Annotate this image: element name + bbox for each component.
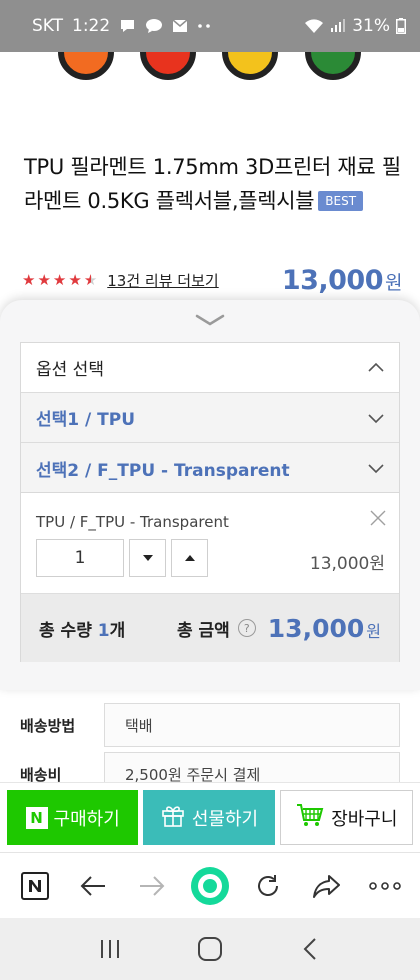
status-bar: SKT 1:22 31% — [0, 0, 420, 52]
cart-icon — [295, 802, 325, 833]
talk-icon — [145, 18, 163, 34]
green-dot-icon — [190, 866, 229, 905]
total-amount: 13,000 원 — [268, 614, 381, 643]
total-summary: 총 수량 1개 총 금액 ? 13,000 원 — [21, 593, 399, 662]
arrow-left-icon — [81, 875, 106, 896]
product-title-area: TPU 필라멘트 1.75mm 3D프린터 재료 필라멘트 0.5KG 플렉서블… — [24, 150, 404, 218]
quantity-input[interactable]: 1 — [36, 539, 124, 577]
half-star-icon: ★ — [83, 270, 98, 289]
total-amount-value: 13,000 — [267, 613, 365, 643]
back-button[interactable] — [70, 863, 116, 909]
star-icon: ★ — [22, 270, 36, 289]
chevron-down-icon — [195, 314, 225, 326]
system-navigation-bar — [0, 918, 420, 980]
forward-button[interactable] — [129, 863, 175, 909]
option-header[interactable]: 옵션 선택 — [21, 343, 399, 393]
naver-logo-icon — [21, 871, 50, 900]
spool-green — [305, 52, 361, 80]
battery-percent: 31% — [352, 16, 390, 36]
arrow-right-icon — [139, 875, 165, 896]
share-icon — [312, 874, 340, 898]
option-select-1[interactable]: 선택1 / TPU — [21, 393, 399, 443]
star-icon: ★ — [52, 270, 67, 289]
total-quantity-value: 1 — [97, 620, 110, 641]
home-button[interactable] — [190, 929, 230, 969]
sheet-collapse-handle[interactable] — [193, 310, 227, 330]
total-quantity: 총 수량 1개 — [39, 616, 125, 641]
star-rating: ★ ★ ★ ★ ★ — [22, 270, 98, 289]
chevron-down-icon — [367, 459, 385, 477]
total-amount-unit: 원 — [366, 621, 381, 641]
option-select-2-label: 선택2 / F_TPU - Transparent — [36, 460, 290, 481]
help-icon[interactable]: ? — [237, 619, 256, 637]
carrier-label: SKT — [32, 16, 64, 36]
option-select-1-label: 선택1 / TPU — [36, 410, 136, 430]
selected-option-price: 13,000원 — [309, 554, 385, 574]
system-back-button[interactable] — [290, 929, 330, 969]
option-selector: 옵션 선택 선택1 / TPU 선택2 / F_TPU - Transparen… — [20, 342, 400, 494]
close-icon[interactable] — [369, 509, 387, 527]
clock-time: 1:22 — [72, 16, 111, 36]
total-quantity-prefix: 총 수량 — [39, 620, 98, 641]
total-amount-label: 총 금액 ? — [177, 616, 256, 641]
shipping-method-label: 배송방법 — [20, 716, 76, 735]
share-button[interactable] — [304, 863, 350, 909]
total-quantity-suffix: 개 — [109, 620, 126, 641]
shipping-method-row: 배송방법 택배 — [20, 703, 400, 747]
home-icon — [198, 937, 222, 961]
option-select-2[interactable]: 선택2 / F_TPU - Transparent — [21, 443, 399, 493]
mail-icon — [172, 19, 188, 33]
chevron-down-icon — [367, 409, 385, 427]
quantity-increase-button[interactable] — [171, 539, 208, 577]
star-icon: ★ — [68, 270, 82, 289]
more-horizontal-icon — [369, 881, 401, 890]
shipping-method-value: 택배 — [104, 703, 400, 747]
chevron-left-icon — [303, 938, 316, 960]
purchase-actions: N 구매하기 선물하기 장바구니 — [0, 782, 420, 852]
star-icon: ★ — [37, 270, 51, 289]
wifi-icon — [304, 18, 324, 34]
product-price-unit: 원 — [385, 271, 402, 294]
quantity-decrease-button[interactable] — [129, 539, 166, 577]
total-amount-label-text: 총 금액 — [176, 620, 230, 641]
spool-red — [140, 52, 196, 80]
caret-down-icon — [142, 555, 153, 561]
selected-option-name: TPU / F_TPU - Transparent — [36, 513, 229, 531]
battery-icon — [396, 18, 406, 34]
best-badge: BEST — [318, 191, 364, 211]
option-header-label: 옵션 선택 — [36, 360, 104, 380]
naver-home-button[interactable] — [12, 863, 58, 909]
gift-icon — [160, 802, 186, 833]
refresh-button[interactable] — [245, 863, 291, 909]
cart-button-label: 장바구니 — [331, 808, 398, 830]
product-price: 13,000 원 — [281, 264, 403, 296]
naver-n-icon: N — [25, 806, 48, 829]
recent-apps-button[interactable] — [90, 929, 130, 969]
more-dots-icon — [197, 23, 211, 29]
review-link[interactable]: 13건 리뷰 더보기 — [107, 270, 218, 291]
option-sheet: 옵션 선택 선택1 / TPU 선택2 / F_TPU - Transparen… — [0, 300, 420, 690]
chat-icon — [119, 18, 136, 34]
gift-button[interactable]: 선물하기 — [143, 790, 275, 845]
product-image — [0, 52, 420, 82]
buy-button[interactable]: N 구매하기 — [7, 790, 139, 845]
spool-orange — [58, 52, 114, 80]
green-dot-button[interactable] — [187, 863, 233, 909]
cart-button[interactable]: 장바구니 — [279, 790, 413, 845]
rating-row: ★ ★ ★ ★ ★ 13건 리뷰 더보기 13,000 원 — [22, 262, 402, 298]
signal-icon — [330, 19, 346, 33]
chevron-up-icon — [367, 359, 385, 377]
buy-button-label: 구매하기 — [53, 808, 120, 830]
caret-up-icon — [184, 555, 195, 561]
recent-apps-icon — [101, 940, 119, 958]
browser-toolbar — [0, 852, 420, 918]
selected-option-card: TPU / F_TPU - Transparent 1 13,000원 총 수량… — [20, 492, 400, 662]
more-button[interactable] — [362, 863, 408, 909]
spool-yellow — [222, 52, 278, 80]
refresh-icon — [258, 874, 279, 896]
gift-button-label: 선물하기 — [191, 808, 259, 830]
product-price-value: 13,000 — [281, 264, 384, 296]
